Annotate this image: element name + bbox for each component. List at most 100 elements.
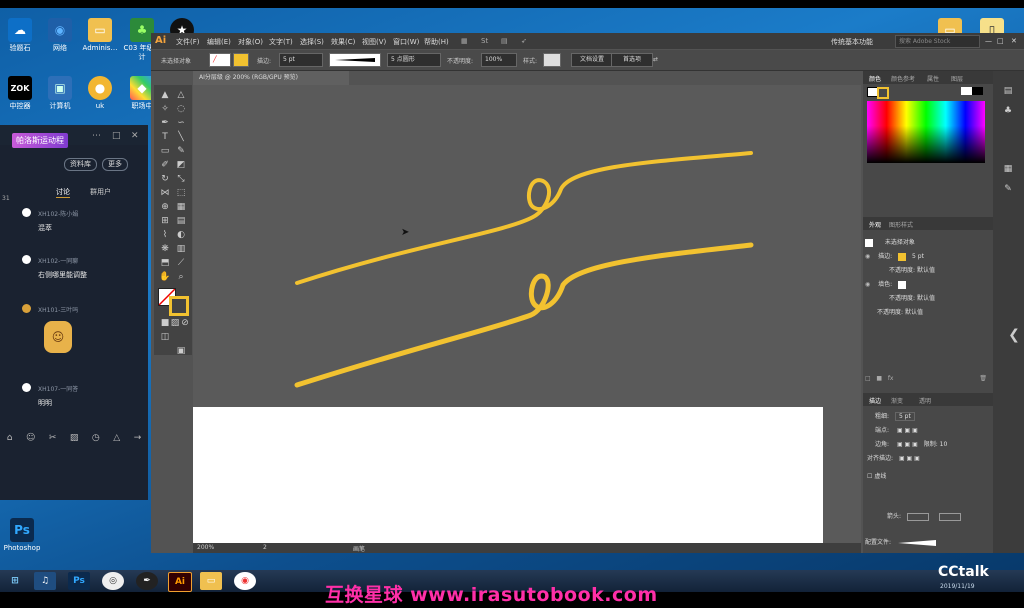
- menu-effect[interactable]: 效果(C): [331, 37, 355, 47]
- desktop-icon-8[interactable]: ● uk: [80, 76, 120, 111]
- illustrator-icon[interactable]: Ai: [168, 572, 192, 592]
- menu-help[interactable]: 帮助(H): [424, 37, 449, 47]
- bell-icon[interactable]: △: [113, 433, 120, 443]
- tab-gradient[interactable]: 渐变: [891, 396, 903, 405]
- arrowheads-row[interactable]: 箭头:: [865, 511, 1013, 523]
- appearance-value[interactable]: 默认值: [905, 309, 923, 316]
- gradient-tool-icon[interactable]: ▤: [174, 215, 188, 227]
- brush-panel-icon[interactable]: ✎: [1001, 183, 1015, 195]
- desktop-icon-photoshop[interactable]: Ps Photoshop: [2, 518, 42, 553]
- stock-search-input[interactable]: 搜索 Adobe Stock: [895, 35, 980, 48]
- brush-definition-dropdown[interactable]: 5 点圆形: [387, 53, 441, 67]
- shaper-tool-icon[interactable]: ✐: [158, 159, 172, 171]
- close-icon[interactable]: ✕: [1011, 37, 1017, 45]
- stroke-corner-row[interactable]: 边角: ▣ ▣ ▣ 限制: 10: [865, 439, 1001, 451]
- paintbrush-tool-icon[interactable]: ✎: [174, 145, 188, 157]
- width-tool-icon[interactable]: ⋈: [158, 187, 172, 199]
- slice-tool-icon[interactable]: ⟋: [174, 257, 188, 269]
- symbol-sprayer-icon[interactable]: ❋: [158, 243, 172, 255]
- appearance-row-opacity[interactable]: 不透明度: 默认值: [865, 307, 1003, 319]
- curvature-icon[interactable]: ∽: [174, 117, 188, 129]
- arrange-icon[interactable]: ▤: [501, 37, 508, 45]
- zoom-level[interactable]: 200%: [197, 544, 214, 551]
- workspace-switcher[interactable]: 传统基本功能: [831, 37, 873, 47]
- chrome-icon[interactable]: ◉: [234, 572, 256, 590]
- none-mode-icon[interactable]: ⊘: [178, 317, 192, 329]
- menu-window[interactable]: 窗口(W): [393, 37, 419, 47]
- maximize-icon[interactable]: □: [112, 131, 121, 141]
- tab-transparency[interactable]: 透明: [919, 396, 931, 405]
- dashed-line-row[interactable]: ☐ 虚线: [865, 471, 993, 483]
- width-profile-preview[interactable]: [897, 539, 937, 547]
- stroke-color-box[interactable]: [169, 296, 189, 316]
- club-icon[interactable]: ♣: [1001, 105, 1015, 117]
- pen-icon[interactable]: ✒: [136, 572, 158, 590]
- black-white-swatch[interactable]: [961, 87, 983, 95]
- tab-color[interactable]: 颜色: [869, 74, 881, 83]
- scale-tool-icon[interactable]: ⤡: [174, 173, 188, 185]
- appearance-value[interactable]: 5 pt: [912, 253, 924, 260]
- color-spectrum[interactable]: [867, 101, 985, 163]
- blend-tool-icon[interactable]: ◐: [174, 229, 188, 241]
- shape-builder-icon[interactable]: ⊕: [158, 201, 172, 213]
- line-tool-icon[interactable]: ╲: [174, 131, 188, 143]
- stroke-weight-field[interactable]: 5 pt: [894, 412, 915, 421]
- preferences-button[interactable]: 首选项: [611, 53, 653, 67]
- hand-tool-icon[interactable]: ✋: [158, 271, 172, 283]
- qq-icon[interactable]: ◎: [102, 572, 124, 590]
- visibility-eye-icon[interactable]: ◉: [865, 281, 870, 288]
- pen-tool-icon[interactable]: ✒: [158, 117, 172, 129]
- visibility-eye-icon[interactable]: ◉: [865, 253, 870, 260]
- menu-object[interactable]: 对象(O): [238, 37, 263, 47]
- tab-color-guide[interactable]: 颜色参考: [891, 74, 915, 83]
- photoshop-icon[interactable]: Ps: [68, 572, 90, 590]
- chat-options-icon[interactable]: ⋯: [92, 131, 101, 141]
- appearance-value[interactable]: 默认值: [917, 267, 935, 274]
- desktop-icon-6[interactable]: ZOK 中控器: [0, 76, 40, 111]
- tab-properties[interactable]: 属性: [927, 74, 939, 83]
- bridge-icon[interactable]: ▦: [461, 37, 468, 45]
- style-swatch[interactable]: [543, 53, 561, 67]
- delete-icon[interactable]: 🗑: [979, 373, 987, 385]
- stock-icon[interactable]: St: [481, 37, 488, 45]
- panel-toggle-icon[interactable]: ▤: [1001, 85, 1015, 97]
- cap-buttons-icon[interactable]: ▣ ▣ ▣: [897, 427, 918, 434]
- windows-icon[interactable]: ⊞: [4, 572, 26, 590]
- send-icon[interactable]: →: [134, 433, 142, 443]
- image-icon[interactable]: ▨: [70, 433, 79, 443]
- desktop-icon-1[interactable]: ☁ 验题石: [0, 18, 40, 53]
- type-tool-icon[interactable]: T: [158, 131, 172, 143]
- add-effect-icon[interactable]: fx: [888, 375, 894, 382]
- gift-icon[interactable]: ⌂: [7, 433, 13, 443]
- tab-stroke[interactable]: 描边: [869, 396, 881, 405]
- eyedropper-icon[interactable]: ⌇: [158, 229, 172, 241]
- appearance-row-fill[interactable]: ◉ 填色:: [865, 279, 991, 291]
- variable-width-profile[interactable]: [329, 53, 381, 67]
- fill-swatch-mini[interactable]: [898, 280, 907, 289]
- eraser-tool-icon[interactable]: ◩: [174, 159, 188, 171]
- desktop-icon-3[interactable]: ▭ Adminis…: [80, 18, 120, 53]
- stroke-weight-row[interactable]: 粗细: 5 pt: [865, 411, 1001, 423]
- artboard[interactable]: [193, 407, 823, 543]
- tab-graphic-styles[interactable]: 图形样式: [889, 220, 913, 229]
- end-arrow-select[interactable]: [938, 512, 961, 521]
- miter-limit-field[interactable]: 限制: 10: [924, 441, 948, 448]
- stroke-cap-row[interactable]: 端点: ▣ ▣ ▣: [865, 425, 1001, 437]
- artboard-page-number[interactable]: 2: [263, 544, 267, 551]
- chat-more-button[interactable]: 更多: [102, 158, 128, 171]
- direct-selection-tool-icon[interactable]: △: [174, 89, 188, 101]
- stroke-swatch[interactable]: [233, 53, 249, 67]
- menu-view[interactable]: 视图(V): [362, 37, 386, 47]
- profile-row[interactable]: 配置文件:: [865, 537, 991, 549]
- artboard-tool-icon[interactable]: ⬒: [158, 257, 172, 269]
- close-icon[interactable]: ✕: [131, 131, 139, 141]
- tab-appearance[interactable]: 外观: [869, 220, 881, 229]
- menu-select[interactable]: 选择(S): [300, 37, 324, 47]
- emoji-icon[interactable]: ☺: [26, 433, 35, 443]
- start-arrow-select[interactable]: [906, 512, 929, 521]
- chat-library-button[interactable]: 资料库: [64, 158, 97, 171]
- rotate-tool-icon[interactable]: ↻: [158, 173, 172, 185]
- magic-wand-icon[interactable]: ✧: [158, 103, 172, 115]
- canvas-area[interactable]: ➤: [193, 85, 861, 543]
- clock-icon[interactable]: ◷: [92, 433, 100, 443]
